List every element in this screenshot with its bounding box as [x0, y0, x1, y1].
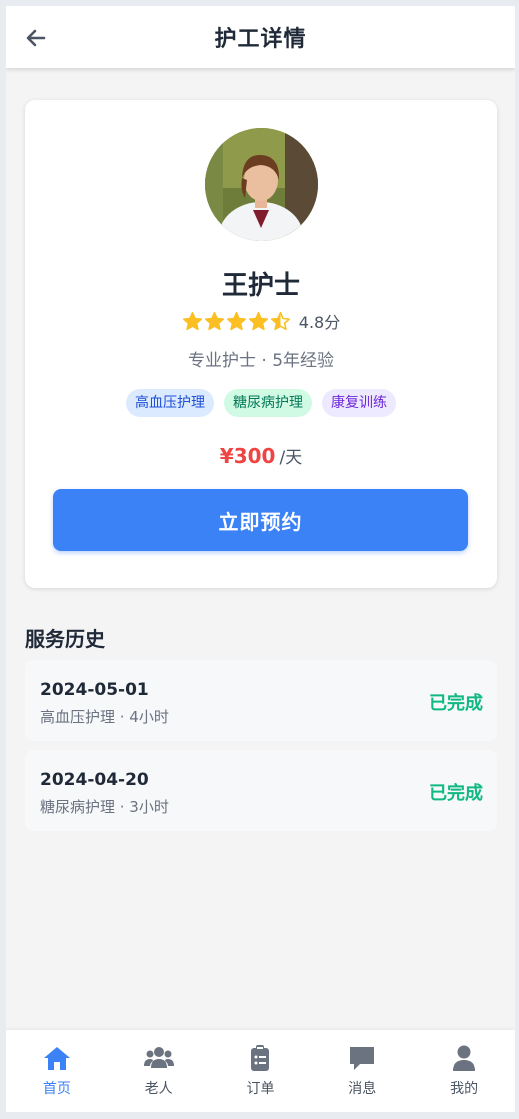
caregiver-meta: 专业护士 · 5年经验 — [187, 351, 335, 371]
book-now-button[interactable]: 立即预约 — [53, 489, 468, 551]
caregiver-name: 王护士 — [221, 271, 300, 301]
rating-score: 4.8分 — [298, 313, 341, 332]
star-rating — [182, 311, 291, 332]
price-value: ¥300 — [219, 444, 276, 468]
history-status: 已完成 — [429, 693, 483, 714]
arrow-left-icon — [26, 29, 46, 47]
history-desc: 糖尿病护理 · 3小时 — [40, 798, 169, 816]
avatar — [205, 128, 318, 241]
tab-orders[interactable]: 订单 — [210, 1030, 312, 1112]
message-icon — [350, 1047, 375, 1070]
history-title: 服务历史 — [25, 627, 105, 651]
tab-home[interactable]: 首页 — [6, 1030, 108, 1112]
star-full-icon — [248, 311, 268, 330]
skill-tags: 高血压护理 糖尿病护理 康复训练 — [25, 389, 497, 417]
skill-tag: 高血压护理 — [126, 389, 214, 417]
tab-label: 老人 — [144, 1081, 173, 1097]
price: ¥300 /天 — [25, 443, 497, 468]
star-full-icon — [226, 311, 246, 330]
tab-elderly[interactable]: 老人 — [108, 1030, 210, 1112]
tab-profile[interactable]: 我的 — [413, 1030, 515, 1112]
app-screen: 护工详情 王护士 4.8分 专业护士 · 5年经验 高血压护理 糖尿病护理 康复… — [6, 6, 515, 1112]
star-full-icon — [204, 311, 224, 330]
users-icon — [143, 1047, 174, 1068]
history-item[interactable]: 2024-04-20 糖尿病护理 · 3小时 已完成 — [25, 750, 497, 831]
history-item[interactable]: 2024-05-01 高血压护理 · 4小时 已完成 — [25, 660, 497, 741]
star-full-icon — [182, 311, 202, 330]
skill-tag: 康复训练 — [322, 389, 396, 417]
clipboard-icon — [251, 1045, 270, 1071]
tab-label: 我的 — [450, 1081, 479, 1097]
page-title: 护工详情 — [214, 27, 307, 52]
tab-label: 消息 — [348, 1081, 377, 1097]
back-button[interactable] — [22, 24, 50, 52]
tab-label: 首页 — [42, 1081, 71, 1097]
star-half-icon — [270, 311, 290, 330]
skill-tag: 糖尿病护理 — [224, 389, 312, 417]
history-date: 2024-05-01 — [40, 680, 149, 700]
bottom-tab-bar: 首页 老人 订单 消息 我的 — [6, 1030, 515, 1112]
price-unit: /天 — [279, 448, 303, 468]
history-date: 2024-04-20 — [40, 770, 149, 790]
tab-label: 订单 — [246, 1081, 275, 1097]
tab-messages[interactable]: 消息 — [311, 1030, 413, 1112]
caregiver-card: 王护士 4.8分 专业护士 · 5年经验 高血压护理 糖尿病护理 康复训练 ¥3… — [25, 100, 497, 588]
home-icon — [43, 1047, 70, 1070]
user-icon — [453, 1045, 476, 1071]
history-status: 已完成 — [429, 783, 483, 804]
top-bar: 护工详情 — [6, 6, 515, 68]
history-desc: 高血压护理 · 4小时 — [40, 708, 169, 726]
rating: 4.8分 — [25, 309, 497, 333]
